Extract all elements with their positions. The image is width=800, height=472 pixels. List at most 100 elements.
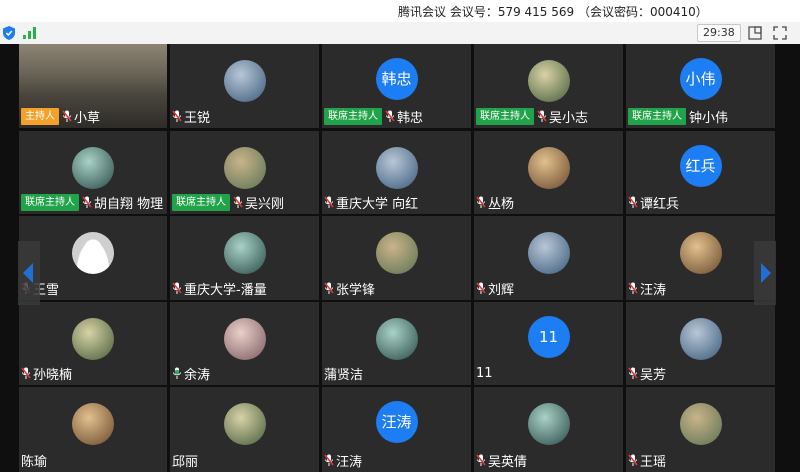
participant-caption: 张学锋 xyxy=(324,279,375,298)
microphone-muted-icon xyxy=(628,454,638,466)
participant-caption: 11 xyxy=(476,364,493,382)
participant-tile[interactable]: 张学锋 xyxy=(322,216,471,300)
participant-tile[interactable]: 刘辉 xyxy=(474,216,623,300)
participant-name: 吴小志 xyxy=(549,110,589,126)
profile-photo xyxy=(72,147,114,189)
microphone-muted-icon xyxy=(628,282,638,294)
participant-tile[interactable]: 孙晓楠 xyxy=(19,302,167,385)
participant-name: 王瑶 xyxy=(640,454,667,470)
participant-tile[interactable]: 重庆大学-潘量 xyxy=(170,216,319,300)
participant-grid: 主持人 小草 王锐 韩忠 联席主持人 韩忠 联席主持人 吴小志 小伟 联席主持人 钟小伟 联席主持人胡… xyxy=(0,44,800,472)
title-bar: 腾讯会议 会议号：579 415 569 （会议密码：000410） xyxy=(0,0,800,22)
participant-tile[interactable]: 汪涛 xyxy=(626,216,775,300)
microphone-muted-icon xyxy=(476,454,486,466)
participant-tile[interactable]: 11 11 xyxy=(474,302,623,385)
layout-icon[interactable] xyxy=(747,25,763,41)
profile-photo xyxy=(72,318,114,360)
microphone-muted-icon xyxy=(385,110,395,122)
participant-tile[interactable]: 红兵谭红兵 xyxy=(626,131,775,214)
microphone-muted-icon xyxy=(324,282,334,294)
cohost-badge: 联席主持人 xyxy=(476,107,534,125)
participant-caption: 王瑶 xyxy=(628,451,667,470)
participant-tile[interactable]: 吴芳 xyxy=(626,302,775,385)
profile-photo xyxy=(223,232,266,274)
profile-photo xyxy=(679,403,722,445)
participant-caption: 余涛 xyxy=(172,364,210,383)
participant-caption: 联席主持人 钟小伟 xyxy=(628,107,729,126)
text-avatar: 11 xyxy=(527,316,570,358)
participant-name: 钟小伟 xyxy=(689,110,729,126)
participant-caption: 联席主持人 胡自翔 物理 xyxy=(21,193,164,212)
participant-name: 邱丽 xyxy=(172,454,199,470)
participant-name: 汪涛 xyxy=(640,282,667,298)
microphone-muted-icon xyxy=(628,367,638,379)
profile-photo xyxy=(527,232,570,274)
cohost-badge: 联席主持人 xyxy=(172,193,230,211)
participant-caption: 重庆大学-潘量 xyxy=(172,279,267,298)
microphone-muted-icon xyxy=(82,196,92,208)
profile-photo xyxy=(679,232,722,274)
participant-tile[interactable]: 重庆大学 向红 xyxy=(322,131,471,214)
participant-name: 蒲贤洁 xyxy=(324,367,364,383)
participant-tile[interactable]: 丛杨 xyxy=(474,131,623,214)
profile-photo xyxy=(223,403,266,445)
participant-tile[interactable]: 韩忠 联席主持人 韩忠 xyxy=(322,44,471,128)
profile-photo xyxy=(527,60,570,102)
participant-name: 陈瑜 xyxy=(21,454,48,470)
profile-photo xyxy=(375,318,418,360)
participant-tile[interactable]: 吴英倩 xyxy=(474,387,623,472)
participant-tile[interactable]: 王雪 xyxy=(19,216,167,300)
participant-name: 刘辉 xyxy=(488,282,515,298)
profile-photo xyxy=(527,403,570,445)
microphone-muted-icon xyxy=(537,110,547,122)
participant-name: 胡自翔 物理 xyxy=(94,196,164,212)
previous-page-arrow-icon[interactable] xyxy=(18,241,40,305)
participant-caption: 重庆大学 向红 xyxy=(324,193,419,212)
participant-tile[interactable]: 联席主持人 吴小志 xyxy=(474,44,623,128)
participant-tile[interactable]: 邱丽 xyxy=(170,387,319,472)
participant-name: 小草 xyxy=(74,110,101,126)
text-avatar: 汪涛 xyxy=(375,401,418,443)
cohost-badge: 联席主持人 xyxy=(628,107,686,125)
default-avatar-icon xyxy=(72,232,114,274)
participant-tile[interactable]: 小伟 联席主持人 钟小伟 xyxy=(626,44,775,128)
participant-tile[interactable]: 王瑶 xyxy=(626,387,775,472)
profile-photo xyxy=(375,147,418,189)
text-avatar: 红兵 xyxy=(679,145,722,187)
participant-caption: 吴英倩 xyxy=(476,451,527,470)
participant-name: 吴芳 xyxy=(640,367,667,383)
participant-caption: 吴芳 xyxy=(628,364,667,383)
fullscreen-icon[interactable] xyxy=(772,25,788,41)
participant-caption: 陈瑜 xyxy=(21,451,48,470)
participant-caption: 联席主持人 吴兴刚 xyxy=(172,193,285,212)
participant-tile[interactable]: 王锐 xyxy=(170,44,319,128)
participant-name: 重庆大学 向红 xyxy=(336,196,419,212)
participant-caption: 刘辉 xyxy=(476,279,515,298)
participant-tile[interactable]: 蒲贤洁 xyxy=(322,302,471,385)
participant-tile[interactable]: 余涛 xyxy=(170,302,319,385)
profile-photo xyxy=(223,60,266,102)
participant-tile[interactable]: 汪涛 汪涛 xyxy=(322,387,471,472)
participant-caption: 王锐 xyxy=(172,107,210,126)
participant-tile[interactable]: 陈瑜 xyxy=(19,387,167,472)
participant-caption: 蒲贤洁 xyxy=(324,364,364,383)
participant-tile[interactable]: 联席主持人 胡自翔 物理 xyxy=(19,131,167,214)
next-page-arrow-icon[interactable] xyxy=(754,241,776,305)
profile-photo xyxy=(223,318,266,360)
participant-caption: 主持人 小草 xyxy=(21,107,101,126)
participant-tile[interactable]: 主持人 小草 xyxy=(19,44,167,128)
participant-name: 吴兴刚 xyxy=(245,196,285,212)
participant-caption: 谭红兵 xyxy=(628,193,680,212)
signal-bars-icon[interactable] xyxy=(23,27,37,39)
shield-icon[interactable] xyxy=(3,26,15,40)
microphone-muted-icon xyxy=(324,196,334,208)
profile-photo xyxy=(679,318,722,360)
meeting-timer: 29:38 xyxy=(697,24,741,42)
participant-name: 重庆大学-潘量 xyxy=(184,282,267,298)
microphone-icon xyxy=(173,367,181,379)
host-badge: 主持人 xyxy=(21,107,59,125)
microphone-muted-icon xyxy=(476,196,486,208)
microphone-muted-icon xyxy=(628,196,638,208)
participant-name: 谭红兵 xyxy=(640,196,680,212)
participant-tile[interactable]: 联席主持人 吴兴刚 xyxy=(170,131,319,214)
